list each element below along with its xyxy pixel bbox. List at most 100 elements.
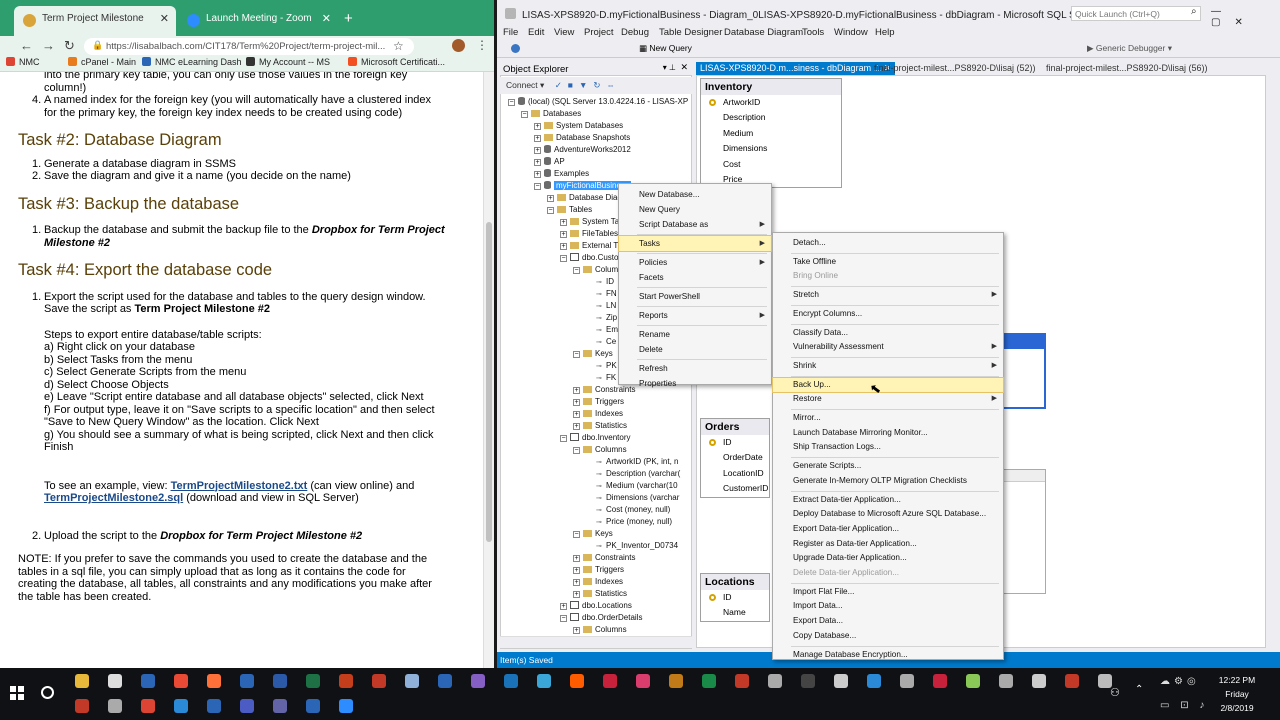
taskbar-app-icon[interactable] [900, 674, 914, 688]
taskbar-app-icon[interactable] [471, 674, 485, 688]
menu-item-policies[interactable]: Policies ▶ [619, 255, 771, 270]
taskbar-app-icon[interactable] [141, 699, 155, 713]
menu-item-new-database[interactable]: New Database... [619, 187, 771, 202]
menu-item-new-query[interactable]: New Query [619, 202, 771, 217]
menu-item-stretch[interactable]: Stretch ▶ [773, 288, 1003, 303]
menu-view[interactable]: View [554, 27, 574, 38]
expand-icon[interactable]: − [573, 531, 580, 538]
tree-node[interactable]: − (local) (SQL Server 13.0.4224.16 - LISA… [508, 96, 688, 107]
example-txt-link[interactable]: TermProjectMilestone2.txt [171, 480, 308, 492]
tree-node[interactable]: − dbo.OrderDetails [560, 612, 642, 623]
menu-item-export-data[interactable]: Export Data... [773, 614, 1003, 629]
scrollbar[interactable] [483, 72, 494, 668]
new-tab-button[interactable]: + [344, 10, 353, 27]
tree-node[interactable]: + Indexes [573, 576, 623, 587]
expand-icon[interactable]: + [560, 603, 567, 610]
expand-icon[interactable]: + [573, 423, 580, 430]
expand-icon[interactable]: − [560, 255, 567, 262]
example-sql-link[interactable]: TermProjectMilestone2.sql [44, 492, 183, 504]
menu-item-register-as-data-tier-application[interactable]: Register as Data-tier Application... [773, 537, 1003, 552]
expand-icon[interactable]: + [547, 195, 554, 202]
taskbar-app-icon[interactable] [768, 674, 782, 688]
tree-node[interactable]: ⊸ Em [586, 324, 618, 335]
tree-node[interactable]: + FileTables [560, 228, 618, 239]
menu-item-copy-database[interactable]: Copy Database... [773, 629, 1003, 644]
start-button[interactable] [10, 686, 24, 700]
tab-term-project[interactable]: Term Project Milestone ✕ [14, 6, 176, 36]
menu-item-deploy-database-to-microsoft-azure-sql-database[interactable]: Deploy Database to Microsoft Azure SQL D… [773, 507, 1003, 522]
tab-query-52[interactable]: final-project-milest...PS8920-D\lisaj (5… [870, 62, 1040, 75]
expand-icon[interactable]: + [573, 579, 580, 586]
taskbar-app-icon[interactable] [174, 674, 188, 688]
expand-icon[interactable]: − [573, 447, 580, 454]
expand-icon[interactable]: + [560, 219, 567, 226]
menu-item-start-powershell[interactable]: Start PowerShell [619, 289, 771, 304]
taskbar-app-icon[interactable] [108, 699, 122, 713]
cortana-icon[interactable] [41, 686, 54, 699]
menu-item-manage-database-encryption[interactable]: Manage Database Encryption... [773, 648, 1003, 663]
tree-node[interactable]: + Statistics [573, 588, 627, 599]
menu-item-reports[interactable]: Reports ▶ [619, 308, 771, 323]
taskbar-app-icon[interactable] [240, 674, 254, 688]
more-icon[interactable]: ⋮ [476, 38, 488, 52]
tree-node[interactable]: + Columns [573, 624, 627, 635]
taskbar-app-icon[interactable] [207, 674, 221, 688]
diagram-column[interactable]: ID [701, 435, 769, 450]
tree-node[interactable]: − Keys [573, 528, 613, 539]
pin-icon[interactable]: ▾ ⊥ [663, 63, 676, 72]
tree-node[interactable]: + dbo.Locations [560, 600, 632, 611]
menu-item-import-flat-file[interactable]: Import Flat File... [773, 585, 1003, 600]
taskbar-app-icon[interactable] [174, 699, 188, 713]
menu-item-rename[interactable]: Rename [619, 327, 771, 342]
taskbar-app-icon[interactable] [372, 674, 386, 688]
taskbar-app-icon[interactable] [999, 674, 1013, 688]
tree-node[interactable]: + Database Snapshots [534, 132, 630, 143]
taskbar-app-icon[interactable] [570, 674, 584, 688]
expand-icon[interactable]: − [508, 99, 515, 106]
star-icon[interactable]: ☆ [393, 39, 404, 53]
taskbar-app-icon[interactable] [405, 674, 419, 688]
diagram-column[interactable]: Medium [701, 126, 841, 141]
taskbar-app-icon[interactable] [702, 674, 716, 688]
taskbar-app-icon[interactable] [339, 674, 353, 688]
tree-node[interactable]: + Examples [534, 168, 589, 179]
tree-node[interactable]: + Triggers [573, 564, 624, 575]
expand-icon[interactable]: + [534, 159, 541, 166]
tree-node[interactable]: ⊸ Zip [586, 312, 617, 323]
expand-icon[interactable]: − [521, 111, 528, 118]
tree-node[interactable]: ⊸ Ce [586, 336, 616, 347]
taskbar-app-icon[interactable] [933, 674, 947, 688]
expand-icon[interactable]: + [560, 231, 567, 238]
taskbar-app-icon[interactable] [240, 699, 254, 713]
oe-horizontal-scrollbar[interactable] [500, 636, 692, 648]
expand-icon[interactable]: + [534, 135, 541, 142]
tree-node[interactable]: ⊸ FN [586, 288, 617, 299]
expand-icon[interactable]: − [560, 435, 567, 442]
taskbar-app-icon[interactable] [141, 674, 155, 688]
diagram-column[interactable]: Dimensions [701, 141, 841, 156]
menu-item-launch-database-mirroring-monitor[interactable]: Launch Database Mirroring Monitor... [773, 426, 1003, 441]
tree-node[interactable]: ⊸ LN [586, 300, 616, 311]
menu-help[interactable]: Help [875, 27, 895, 38]
taskbar-app-icon[interactable] [867, 674, 881, 688]
expand-icon[interactable]: − [573, 351, 580, 358]
bookmark[interactable]: My Account -- MSDN [246, 57, 330, 67]
expand-icon[interactable]: + [534, 147, 541, 154]
taskbar-app-icon[interactable] [1065, 674, 1079, 688]
bookmark[interactable]: NMC eLearning Dash [142, 57, 242, 67]
menu-item-restore[interactable]: Restore ▶ [773, 392, 1003, 407]
tree-node[interactable]: + Database Diag [547, 192, 622, 203]
tree-node[interactable]: ⊸ ID [586, 276, 614, 287]
close-icon[interactable]: ✕ [680, 62, 688, 73]
new-query-button[interactable]: ▦ New Query [639, 43, 692, 54]
back-icon[interactable] [511, 44, 520, 53]
back-button[interactable]: ← [20, 38, 33, 53]
menu-debug[interactable]: Debug [621, 27, 649, 38]
connect-button[interactable]: Connect ▾ [506, 80, 544, 90]
tree-node[interactable]: − dbo.Inventory [560, 432, 630, 443]
expand-icon[interactable]: + [534, 123, 541, 130]
tab-query-56[interactable]: final-project-milest...PS8920-D\lisaj (5… [1042, 62, 1212, 75]
tree-node[interactable]: − Databases [521, 108, 581, 119]
tree-node[interactable]: + Indexes [573, 408, 623, 419]
menu-item-refresh[interactable]: Refresh [619, 361, 771, 376]
